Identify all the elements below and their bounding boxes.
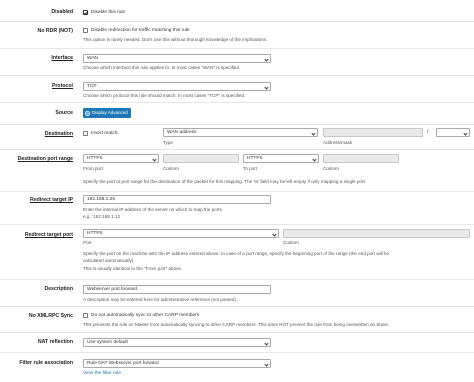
redirect-ip-input[interactable]: 192.168.1.25 <box>83 195 271 204</box>
protocol-value: TCP <box>87 84 97 89</box>
no-rdr-row: No RDR (NOT) Disable redirection for tra… <box>0 21 474 48</box>
invert-match-text: Invert match. <box>91 131 119 136</box>
chevron-down-icon <box>264 340 269 346</box>
disable-rule-checkbox[interactable] <box>83 9 88 15</box>
destination-type-value: WAN address <box>167 130 197 135</box>
to-port-caption: To port <box>243 166 258 171</box>
chevron-down-icon <box>264 361 269 367</box>
source-label: Source <box>55 110 73 116</box>
to-port-select[interactable]: HTTPS <box>243 154 319 163</box>
chevron-down-icon <box>152 156 157 162</box>
protocol-label: Protocol <box>51 83 73 89</box>
no-xmlrpc-help: This prevents the rule on Master from au… <box>83 322 390 327</box>
redirect-port-label: Redirect target port <box>24 232 73 238</box>
nat-reflection-select[interactable]: Use system default <box>83 338 271 347</box>
no-rdr-text: Disable redirection for traffic matching… <box>91 28 190 33</box>
redirect-ip-label: Redirect target IP <box>30 197 73 203</box>
redirect-port-select[interactable]: HTTPS <box>83 229 279 238</box>
destination-address-caption: Address/mask <box>323 140 353 145</box>
interface-label: Interface <box>51 55 73 61</box>
destination-type-caption: Type <box>163 140 173 145</box>
destination-type-select[interactable]: WAN address <box>163 128 318 137</box>
redirect-port-row: Redirect target port HTTPS Port Custom S… <box>0 224 474 279</box>
destination-row: Destination Invert match. WAN address Ty… <box>0 124 474 149</box>
filter-rule-value: Rule NAT Webserver port forward <box>87 361 159 366</box>
from-port-value: HTTPS <box>87 156 103 161</box>
no-xmlrpc-label: No XMLRPC Sync <box>28 313 73 319</box>
no-xmlrpc-text: Do not automatically sync to other CARP … <box>91 313 200 318</box>
chevron-down-icon <box>272 231 277 237</box>
interface-select[interactable]: WAN <box>83 54 271 63</box>
chevron-down-icon <box>312 156 317 162</box>
filter-rule-label: Filter rule association <box>19 360 73 366</box>
dest-port-range-row: Destination port range HTTPS From port C… <box>0 149 474 191</box>
from-custom-caption: Custom <box>163 166 179 171</box>
chevron-down-icon <box>463 130 468 136</box>
redirect-port-caption: Port <box>83 240 92 245</box>
to-port-value: HTTPS <box>247 156 263 161</box>
interface-value: WAN <box>87 56 99 61</box>
nat-reflection-value: Use system default <box>87 340 128 345</box>
interface-help: Choose which interface this rule applies… <box>83 65 241 70</box>
to-port-custom-input[interactable] <box>323 154 399 163</box>
no-rdr-label: No RDR (NOT) <box>37 28 73 34</box>
interface-row: Interface WAN Choose which interface thi… <box>0 48 474 75</box>
dest-port-range-label: Destination port range <box>17 156 73 162</box>
disabled-label: Disabled <box>51 9 73 15</box>
invert-match-checkbox[interactable] <box>83 131 88 136</box>
chevron-down-icon <box>264 56 269 62</box>
redirect-ip-example: e.g.: 192.168.1.12 <box>83 214 121 219</box>
gear-icon: ⚙ <box>85 110 90 116</box>
nat-reflection-label: NAT reflection <box>37 339 73 345</box>
display-advanced-label: Display Advanced <box>92 110 128 115</box>
destination-label: Destination <box>44 131 73 137</box>
from-port-custom-input[interactable] <box>163 154 239 163</box>
protocol-row: Protocol TCP Choose which protocol this … <box>0 75 474 102</box>
redirect-port-help-1: Specify the port on the machine with the… <box>83 251 390 256</box>
source-row: Source ⚙ Display Advanced <box>0 102 474 124</box>
redirect-port-help-3: This is usually identical to the "From p… <box>83 266 183 271</box>
view-filter-rule-link[interactable]: View the filter rule <box>83 371 121 376</box>
redirect-port-custom-input[interactable] <box>283 229 470 238</box>
redirect-port-value: HTTPS <box>87 231 103 236</box>
dest-port-range-help: Specify the port or port range for the d… <box>83 179 367 184</box>
filter-rule-select[interactable]: Rule NAT Webserver port forward <box>83 359 271 368</box>
chevron-down-icon <box>311 130 316 136</box>
to-custom-caption: Custom <box>323 166 339 171</box>
description-help: A description may be entered here for ad… <box>83 297 238 302</box>
display-advanced-button[interactable]: ⚙ Display Advanced <box>83 108 131 118</box>
disabled-row: Disabled Disable this rule <box>0 2 474 21</box>
from-port-select[interactable]: HTTPS <box>83 154 159 163</box>
from-port-caption: From port <box>83 166 103 171</box>
redirect-ip-help: Enter the internal IP address of the ser… <box>83 207 224 212</box>
redirect-custom-caption: Custom <box>283 240 299 245</box>
no-rdr-checkbox[interactable] <box>83 28 88 33</box>
description-label: Description <box>44 286 73 292</box>
redirect-ip-row: Redirect target IP 192.168.1.25 Enter th… <box>0 191 474 224</box>
destination-address-input[interactable] <box>323 128 423 137</box>
destination-slash: / <box>427 129 429 135</box>
nat-reflection-row: NAT reflection Use system default <box>0 332 474 352</box>
protocol-help: Choose which protocol this rule should m… <box>83 93 246 98</box>
no-rdr-help: This option is rarely needed. Don't use … <box>83 37 268 42</box>
no-xmlrpc-checkbox[interactable] <box>83 313 88 318</box>
redirect-port-help-2: calculated automatically). <box>83 258 135 263</box>
destination-mask-select[interactable] <box>436 128 470 137</box>
description-input[interactable]: Webserver port forward <box>83 285 271 294</box>
protocol-select[interactable]: TCP <box>83 82 271 91</box>
chevron-down-icon <box>264 84 269 90</box>
description-row: Description Webserver port forward A des… <box>0 279 474 306</box>
disable-rule-text: Disable this rule <box>91 9 126 15</box>
filter-rule-row: Filter rule association Rule NAT Webserv… <box>0 352 474 382</box>
no-xmlrpc-row: No XMLRPC Sync Do not automatically sync… <box>0 306 474 332</box>
